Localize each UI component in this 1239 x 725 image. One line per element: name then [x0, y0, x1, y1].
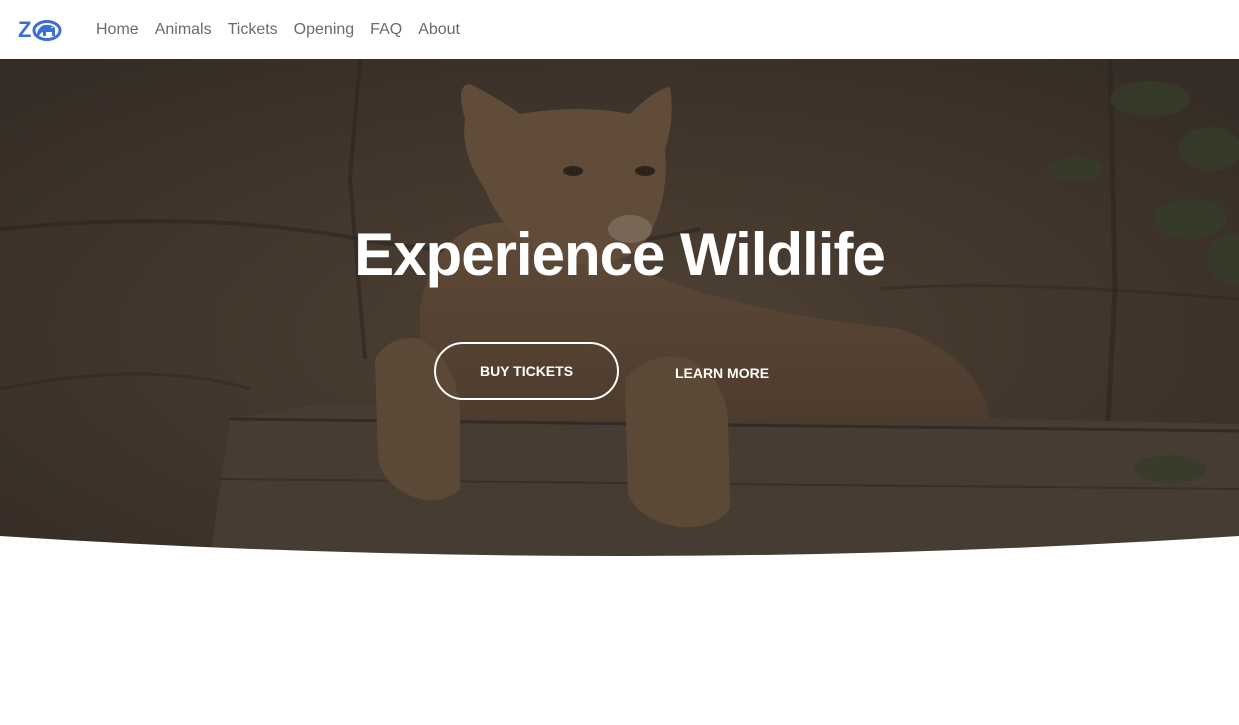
- learn-more-button[interactable]: LEARN MORE: [662, 359, 782, 387]
- nav-link-faq[interactable]: FAQ: [370, 21, 402, 39]
- nav-link-about[interactable]: About: [418, 21, 460, 39]
- hero-title: Experience Wildlife: [354, 221, 886, 288]
- zoo-logo[interactable]: Z: [18, 17, 62, 43]
- nav-links: Home Animals Tickets Opening FAQ About: [96, 21, 460, 39]
- hero-background-image: [0, 59, 1239, 559]
- nav-link-animals[interactable]: Animals: [155, 21, 212, 39]
- hero-section: Experience Wildlife BUY TICKETS LEARN MO…: [0, 59, 1239, 559]
- hero-bottom-curve: [0, 536, 1239, 559]
- nav-link-home[interactable]: Home: [96, 21, 139, 39]
- nav-link-tickets[interactable]: Tickets: [228, 21, 278, 39]
- navbar: Z Home Animals Tickets Opening FAQ About: [0, 0, 1239, 59]
- svg-text:Z: Z: [18, 17, 31, 42]
- buy-tickets-button[interactable]: BUY TICKETS: [434, 342, 619, 400]
- nav-link-opening[interactable]: Opening: [294, 21, 355, 39]
